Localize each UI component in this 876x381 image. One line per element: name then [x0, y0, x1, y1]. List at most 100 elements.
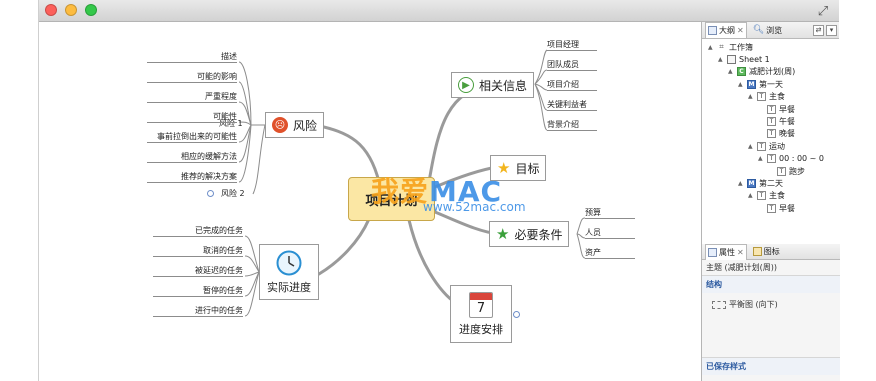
risk-subtopic[interactable]: 严重程度: [205, 91, 237, 102]
related-subtopic[interactable]: 背景介绍: [547, 119, 579, 130]
expand-triangle-icon[interactable]: ▲: [708, 44, 714, 51]
requirement-subtopic[interactable]: 资产: [585, 247, 601, 258]
outline-row-label: 早餐: [779, 104, 795, 114]
star-icon: ★: [497, 159, 511, 177]
subtopic-icon: T: [767, 116, 776, 126]
tab-icons[interactable]: 图标: [751, 246, 782, 257]
expand-risk-2-icon[interactable]: [207, 190, 214, 197]
subtopic-underline: [153, 316, 243, 317]
related-subtopic[interactable]: 项目介绍: [547, 79, 579, 90]
topic-actual-progress[interactable]: 实际进度: [259, 244, 319, 300]
expand-triangle-icon[interactable]: ▲: [748, 192, 754, 199]
expand-triangle-icon[interactable]: ▲: [738, 81, 744, 88]
topic-requirements[interactable]: ★ 必要条件: [489, 221, 570, 247]
requirement-subtopic[interactable]: 预算: [585, 207, 601, 218]
subtopic-underline: [153, 236, 243, 237]
risk-subtopic[interactable]: 相应的缓解方法: [181, 151, 237, 162]
properties-icon: [708, 247, 717, 257]
outline-row-label: 减肥计划(周): [749, 67, 796, 77]
related-subtopic[interactable]: 关键利益者: [547, 99, 587, 110]
topic-risk[interactable]: ☹ 风险: [265, 112, 325, 138]
watermark-brand-a: 我爱: [371, 175, 430, 208]
outline-row[interactable]: ▲ T 运动: [748, 140, 785, 152]
topic-schedule[interactable]: 7 进度安排: [450, 285, 512, 343]
mindmap-canvas[interactable]: 项目计划 我爱MAC www.52mac.com ☹ 风险 风险 1 风险 2 …: [39, 22, 701, 381]
topic-goal[interactable]: ★ 目标: [490, 155, 547, 181]
outline-row[interactable]: T 晚餐: [758, 128, 795, 140]
related-subtopic[interactable]: 项目经理: [547, 39, 579, 50]
topic-progress-label: 实际进度: [267, 280, 311, 294]
outline-row-label: 第二天: [759, 178, 783, 188]
tab-browse[interactable]: 🔍︎ 浏览: [751, 25, 784, 36]
outline-row-label: 晚餐: [779, 129, 795, 139]
close-window-button[interactable]: [45, 4, 57, 16]
expand-triangle-icon[interactable]: ▲: [728, 68, 734, 75]
outline-row[interactable]: ▲ M 第二天: [738, 177, 783, 189]
maximize-window-button[interactable]: [85, 4, 97, 16]
outline-row[interactable]: ▲ M 第一天: [738, 78, 783, 90]
view-menu-icon[interactable]: ▾: [826, 25, 837, 36]
risk-subtopic[interactable]: 可能的影响: [197, 71, 237, 82]
structure-select[interactable]: 平衡图 (向下): [702, 293, 840, 316]
outline-row[interactable]: ▲ ⌗ 工作簿: [708, 41, 753, 53]
topic-requirements-label: 必要条件: [514, 227, 563, 242]
outline-row-label: 第一天: [759, 79, 783, 89]
subtopic-underline: [153, 256, 243, 257]
section-saved-styles[interactable]: 已保存样式: [702, 357, 840, 375]
outline-row[interactable]: ▲ T 00 : 00 ~ 0: [758, 153, 824, 165]
progress-subtopic[interactable]: 暂停的任务: [203, 285, 243, 296]
subtopic-underline: [547, 130, 597, 131]
fullscreen-arrows-icon[interactable]: ⤢: [815, 4, 831, 20]
topic-schedule-label: 进度安排: [459, 322, 503, 336]
minimize-window-button[interactable]: [65, 4, 77, 16]
sheet-icon: [727, 54, 736, 64]
tab-properties[interactable]: 属性 ✕: [705, 243, 747, 260]
expand-triangle-icon[interactable]: ▲: [738, 180, 744, 187]
outline-row[interactable]: ▲ T 主食: [748, 91, 785, 103]
risk-subtopic[interactable]: 描述: [221, 51, 237, 62]
progress-subtopic[interactable]: 已完成的任务: [195, 225, 243, 236]
progress-subtopic[interactable]: 取消的任务: [203, 245, 243, 256]
outline-row[interactable]: ▲ T 主食: [748, 190, 785, 202]
outline-row-label: 运动: [769, 141, 785, 151]
outline-row[interactable]: T 早餐: [758, 103, 795, 115]
topic-related-info[interactable]: ▶ 相关信息: [451, 72, 535, 98]
properties-panel: 主题 (减肥计划(周)) 结构 平衡图 (向下) 已保存样式: [702, 260, 840, 381]
close-tab-icon[interactable]: ✕: [737, 26, 744, 35]
expand-triangle-icon[interactable]: ▲: [748, 93, 754, 100]
outline-row[interactable]: ▲ Sheet 1: [718, 53, 770, 65]
outline-tree[interactable]: ▲ ⌗ 工作簿 ▲ Sheet 1 ▲ C 减肥计划(周) ▲ M 第一天 ▲ T 主食 T 早餐 T 午餐 T 晚餐…: [702, 39, 840, 244]
related-subtopic[interactable]: 团队成员: [547, 59, 579, 70]
outline-row[interactable]: ▲ C 减肥计划(周): [728, 66, 795, 78]
title-bar: ⤢: [39, 0, 839, 22]
sync-icon[interactable]: ⇄: [813, 25, 824, 36]
subtopic-icon: T: [757, 92, 766, 102]
subtopic-underline: [153, 276, 243, 277]
outline-row[interactable]: T 午餐: [758, 115, 795, 127]
tab-properties-label: 属性: [719, 247, 735, 257]
clock-icon: [276, 250, 302, 275]
risk-subtopic[interactable]: 可能性: [213, 111, 237, 122]
subtopic-icon: T: [757, 191, 766, 201]
risk-item-2[interactable]: 风险 2: [221, 188, 245, 199]
outline-row-label: Sheet 1: [739, 54, 770, 64]
close-properties-icon[interactable]: ✕: [737, 248, 744, 257]
expand-triangle-icon[interactable]: ▲: [748, 143, 754, 150]
tab-outline[interactable]: 大纲 ✕: [705, 22, 747, 38]
expand-triangle-icon[interactable]: ▲: [718, 56, 724, 63]
progress-subtopic[interactable]: 进行中的任务: [195, 305, 243, 316]
requirement-subtopic[interactable]: 人员: [585, 227, 601, 238]
subtopic-underline: [147, 182, 237, 183]
subtopic-underline: [147, 102, 237, 103]
outline-row[interactable]: T 跑步: [768, 165, 805, 177]
structure-value: 平衡图 (向下): [729, 300, 778, 309]
section-structure[interactable]: 结构: [702, 275, 840, 293]
progress-subtopic[interactable]: 被延迟的任务: [195, 265, 243, 276]
risk-subtopic[interactable]: 事前拉倒出来的可能性: [157, 131, 237, 142]
subtopic-underline: [147, 122, 237, 123]
expand-triangle-icon[interactable]: ▲: [758, 155, 764, 162]
outline-row[interactable]: T 早餐: [758, 202, 795, 214]
subtopic-underline: [147, 62, 237, 63]
expand-schedule-icon[interactable]: [513, 311, 520, 318]
risk-subtopic[interactable]: 推荐的解决方案: [181, 171, 237, 182]
